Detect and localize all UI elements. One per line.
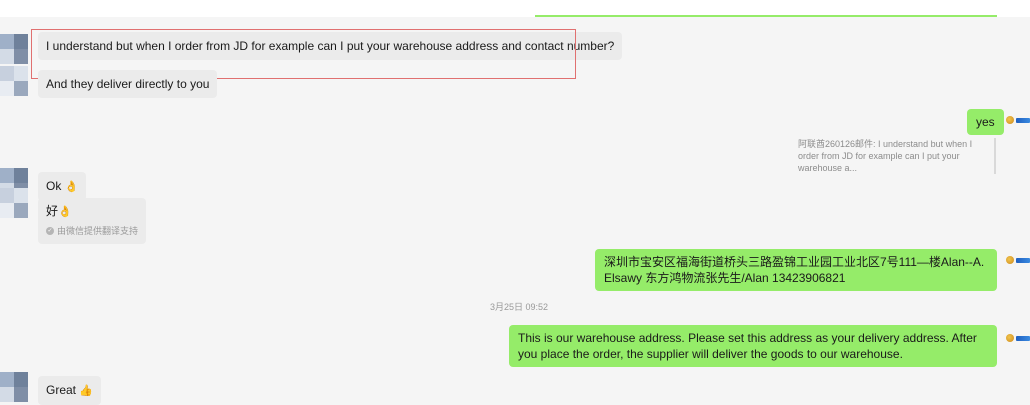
outgoing-message[interactable]: This is our warehouse address. Please se… (509, 325, 997, 367)
ok-hand-icon: 👌 (64, 181, 79, 193)
translation-message[interactable]: 好👌 ✓ 由微信提供翻译支持 (38, 198, 147, 244)
incoming-message[interactable]: Great 👍 (38, 376, 102, 405)
contact-avatar[interactable] (0, 66, 28, 96)
logo-icon (1006, 334, 1014, 342)
message-text: yes (976, 115, 995, 129)
incoming-message[interactable]: And they deliver directly to you (38, 70, 218, 98)
translated-text: 好 (46, 204, 59, 218)
message-text: Great (46, 383, 77, 397)
thumbs-up-icon: 👍 (79, 385, 94, 397)
self-avatar[interactable] (1006, 112, 1030, 128)
logo-icon (1006, 256, 1014, 264)
self-avatar[interactable] (1006, 330, 1030, 346)
quoted-message[interactable]: 阿联酋260126邮件: I understand but when I ord… (798, 138, 996, 174)
translation-note: 由微信提供翻译支持 (57, 226, 139, 236)
ok-hand-icon: 👌 (58, 206, 72, 218)
logo-icon (1006, 116, 1014, 124)
contact-avatar[interactable] (0, 372, 28, 402)
timestamp: 3月25日 09:52 (0, 300, 1030, 313)
message-text: And they deliver directly to you (46, 77, 210, 91)
message-text: This is our warehouse address. Please se… (518, 331, 977, 361)
self-avatar[interactable] (1006, 252, 1030, 268)
logo-text-icon (1016, 117, 1030, 123)
previous-message-edge (535, 15, 997, 17)
contact-avatar[interactable] (0, 34, 28, 64)
message-text: Ok (46, 179, 62, 193)
outgoing-message[interactable]: yes (967, 109, 1004, 135)
quoted-text: 阿联酋260126邮件: I understand but when I ord… (798, 139, 973, 173)
contact-avatar[interactable] (0, 188, 28, 218)
logo-text-icon (1016, 335, 1030, 341)
logo-text-icon (1016, 257, 1030, 263)
check-circle-icon: ✓ (46, 227, 54, 235)
timestamp-text: 3月25日 09:52 (489, 302, 549, 312)
incoming-message[interactable]: Ok 👌 (38, 172, 87, 201)
message-text: 深圳市宝安区福海街道桥头三路盈锦工业园工业北区7号111—楼Alan--A. E… (604, 255, 985, 285)
outgoing-message[interactable]: 深圳市宝安区福海街道桥头三路盈锦工业园工业北区7号111—楼Alan--A. E… (595, 249, 997, 291)
